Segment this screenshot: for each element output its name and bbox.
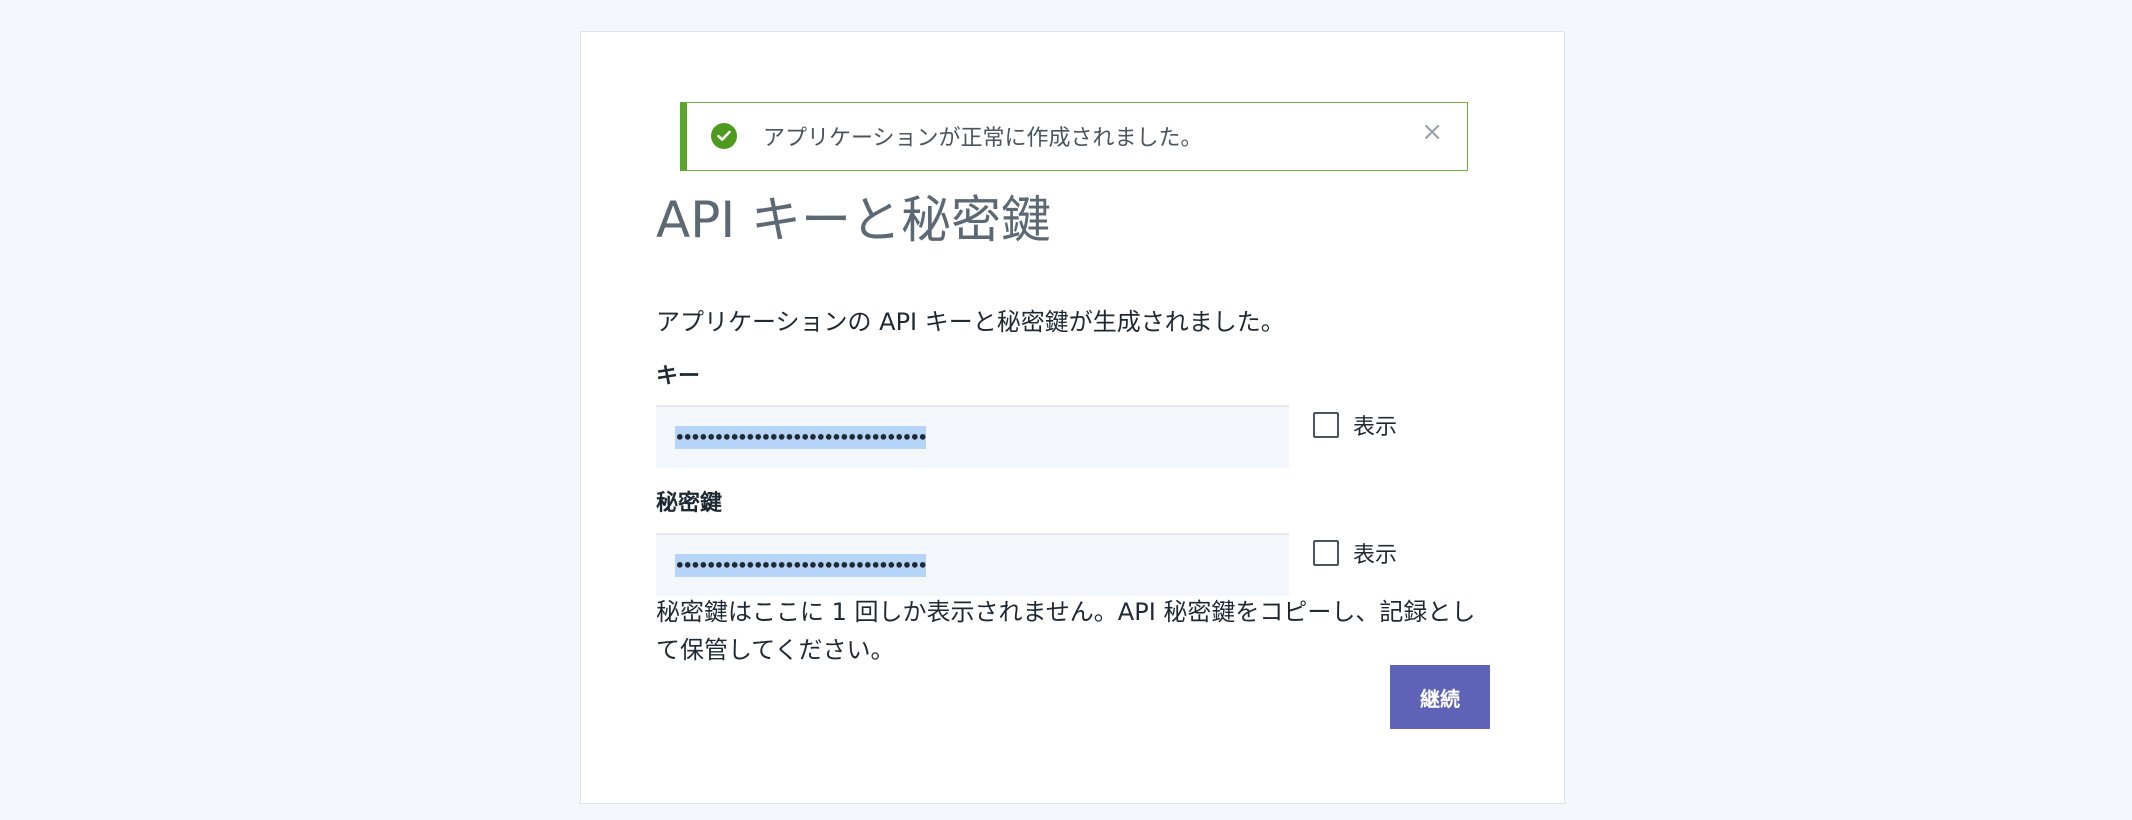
secret-show-label: 表示	[1353, 543, 1398, 568]
secret-masked-value: ••••••••••••••••••••••••••••••••	[675, 554, 927, 577]
page-title: API キーと秘密鍵	[656, 191, 1051, 249]
key-show-checkbox[interactable]	[1313, 412, 1339, 438]
alert-message: アプリケーションが正常に作成されました。	[763, 126, 1203, 151]
api-key-card: アプリケーションが正常に作成されました。 × API キーと秘密鍵 アプリケーシ…	[580, 31, 1565, 804]
secret-show-toggle[interactable]: 表示	[1313, 537, 1397, 569]
page-description: アプリケーションの API キーと秘密鍵が生成されました。	[656, 308, 1285, 336]
key-show-toggle[interactable]: 表示	[1313, 409, 1397, 441]
continue-button[interactable]: 継続	[1390, 665, 1490, 729]
secret-label: 秘密鍵	[656, 491, 723, 516]
key-masked-value: ••••••••••••••••••••••••••••••••	[675, 426, 927, 449]
secret-note: 秘密鍵はここに 1 回しか表示されません。API 秘密鍵をコピーし、記録として保…	[656, 598, 1476, 664]
close-icon[interactable]: ×	[1421, 119, 1443, 145]
check-circle-icon	[711, 123, 737, 149]
secret-input[interactable]: ••••••••••••••••••••••••••••••••	[656, 533, 1289, 596]
secret-show-checkbox[interactable]	[1313, 540, 1339, 566]
key-show-label: 表示	[1353, 415, 1398, 440]
success-alert: アプリケーションが正常に作成されました。 ×	[680, 102, 1468, 171]
key-label: キー	[656, 364, 701, 389]
key-input[interactable]: ••••••••••••••••••••••••••••••••	[656, 405, 1289, 468]
